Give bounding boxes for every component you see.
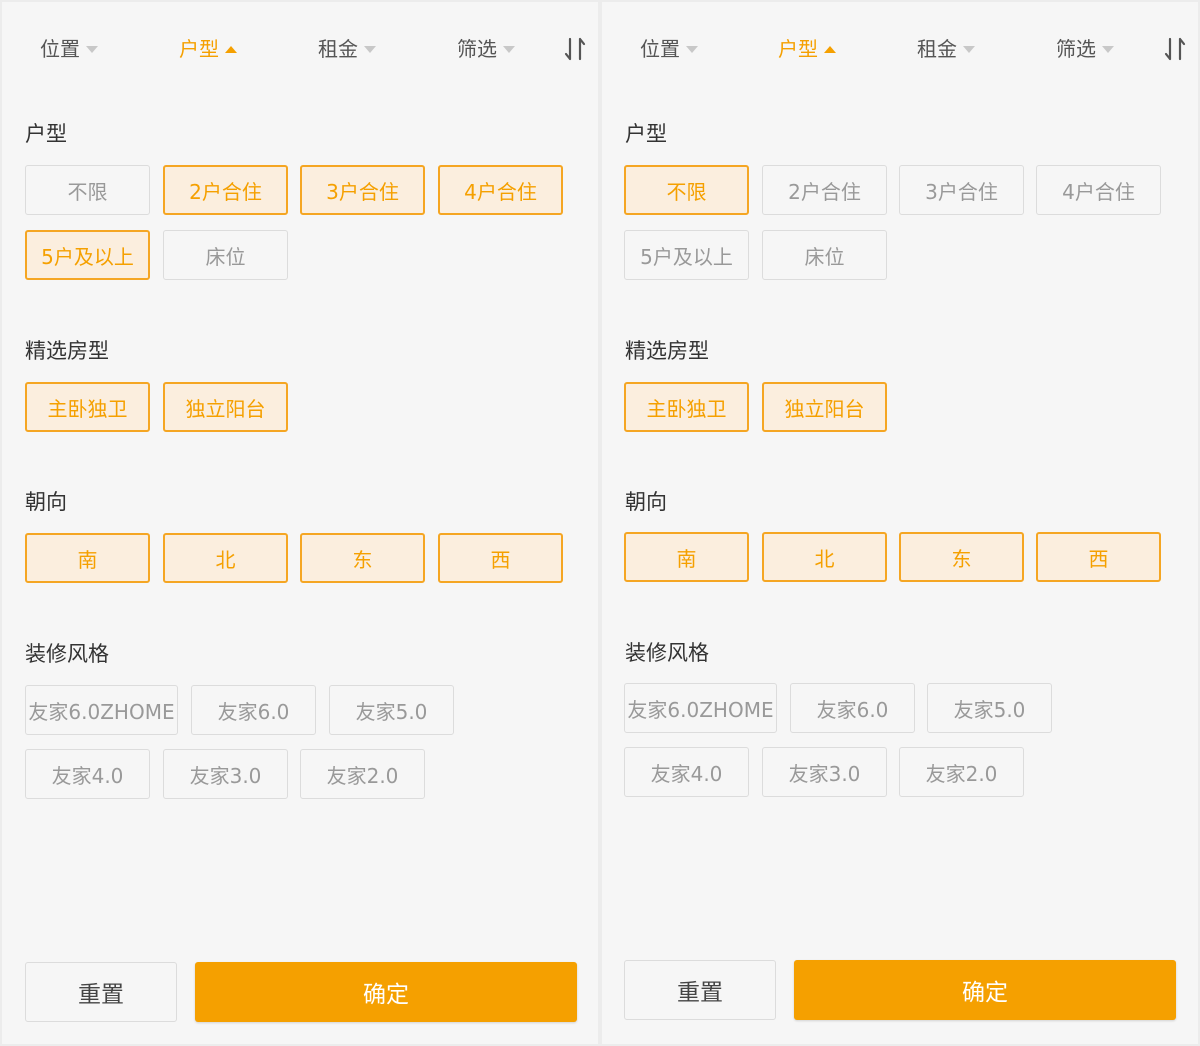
sort-icon[interactable]: [1162, 36, 1188, 62]
layout-option[interactable]: 5户及以上: [624, 230, 749, 280]
style-option[interactable]: 友家6.0ZHOME: [25, 685, 178, 735]
style-option[interactable]: 友家5.0: [329, 685, 454, 735]
tab-label: 位置: [40, 37, 80, 61]
style-option[interactable]: 友家4.0: [25, 749, 150, 799]
layout-option[interactable]: 3户合住: [300, 165, 425, 215]
layout-option[interactable]: 2户合住: [163, 165, 288, 215]
orientation-option[interactable]: 东: [300, 533, 425, 583]
orientation-option[interactable]: 北: [762, 532, 887, 582]
layout-option[interactable]: 床位: [762, 230, 887, 280]
layout-option[interactable]: 4户合住: [1036, 165, 1161, 215]
tab-location[interactable]: 位置: [640, 32, 698, 66]
tab-rent[interactable]: 租金: [318, 32, 376, 66]
tab-layout[interactable]: 户型: [179, 32, 237, 66]
featured-option[interactable]: 独立阳台: [762, 382, 887, 432]
caret-up-icon: [824, 45, 836, 53]
style-option[interactable]: 友家2.0: [300, 749, 425, 799]
tab-filter[interactable]: 筛选: [1056, 32, 1114, 66]
orientation-option[interactable]: 西: [438, 533, 563, 583]
tab-label: 位置: [640, 37, 680, 61]
tab-label: 户型: [778, 37, 818, 61]
filter-panel-left: 位置 户型 租金 筛选 户型 不限 2户合住 3户合住 4户合住 5户及以上 床…: [2, 2, 598, 1044]
section-title-layout: 户型: [625, 122, 667, 146]
tab-label: 筛选: [457, 37, 497, 61]
layout-option[interactable]: 床位: [163, 230, 288, 280]
tab-label: 租金: [917, 37, 957, 61]
confirm-button[interactable]: 确定: [794, 960, 1176, 1020]
layout-option[interactable]: 不限: [25, 165, 150, 215]
style-option[interactable]: 友家4.0: [624, 747, 749, 797]
section-title-style: 装修风格: [625, 641, 709, 665]
section-title-orientation: 朝向: [25, 490, 67, 514]
layout-option[interactable]: 不限: [624, 165, 749, 215]
orientation-option[interactable]: 北: [163, 533, 288, 583]
featured-option[interactable]: 主卧独卫: [25, 382, 150, 432]
featured-option[interactable]: 主卧独卫: [624, 382, 749, 432]
tab-layout[interactable]: 户型: [778, 32, 836, 66]
caret-down-icon: [503, 45, 515, 53]
caret-down-icon: [86, 45, 98, 53]
style-option[interactable]: 友家5.0: [927, 683, 1052, 733]
layout-option[interactable]: 5户及以上: [25, 230, 150, 280]
sort-icon[interactable]: [562, 36, 588, 62]
tab-location[interactable]: 位置: [40, 32, 98, 66]
layout-option[interactable]: 2户合住: [762, 165, 887, 215]
caret-down-icon: [1102, 45, 1114, 53]
tab-filter[interactable]: 筛选: [457, 32, 515, 66]
featured-option[interactable]: 独立阳台: [163, 382, 288, 432]
caret-down-icon: [364, 45, 376, 53]
orientation-option[interactable]: 东: [899, 532, 1024, 582]
orientation-option[interactable]: 南: [25, 533, 150, 583]
filter-panel-right: 位置 户型 租金 筛选 户型 不限 2户合住 3户合住 4户合住 5户及以上 床…: [602, 2, 1198, 1044]
section-title-style: 装修风格: [25, 642, 109, 666]
section-title-featured: 精选房型: [625, 339, 709, 363]
tab-rent[interactable]: 租金: [917, 32, 975, 66]
reset-button[interactable]: 重置: [25, 962, 177, 1022]
section-title-layout: 户型: [25, 122, 67, 146]
caret-down-icon: [686, 45, 698, 53]
orientation-option[interactable]: 西: [1036, 532, 1161, 582]
style-option[interactable]: 友家3.0: [163, 749, 288, 799]
section-title-featured: 精选房型: [25, 339, 109, 363]
caret-up-icon: [225, 45, 237, 53]
style-option[interactable]: 友家6.0ZHOME: [624, 683, 777, 733]
layout-option[interactable]: 3户合住: [899, 165, 1024, 215]
layout-option[interactable]: 4户合住: [438, 165, 563, 215]
style-option[interactable]: 友家2.0: [899, 747, 1024, 797]
style-option[interactable]: 友家6.0: [191, 685, 316, 735]
orientation-option[interactable]: 南: [624, 532, 749, 582]
section-title-orientation: 朝向: [625, 490, 667, 514]
filter-tab-bar: 位置 户型 租金 筛选: [602, 32, 1198, 66]
tab-label: 户型: [179, 37, 219, 61]
style-option[interactable]: 友家6.0: [790, 683, 915, 733]
reset-button[interactable]: 重置: [624, 960, 776, 1020]
caret-down-icon: [963, 45, 975, 53]
style-option[interactable]: 友家3.0: [762, 747, 887, 797]
confirm-button[interactable]: 确定: [195, 962, 577, 1022]
filter-tab-bar: 位置 户型 租金 筛选: [2, 32, 598, 66]
tab-label: 租金: [318, 37, 358, 61]
tab-label: 筛选: [1056, 37, 1096, 61]
